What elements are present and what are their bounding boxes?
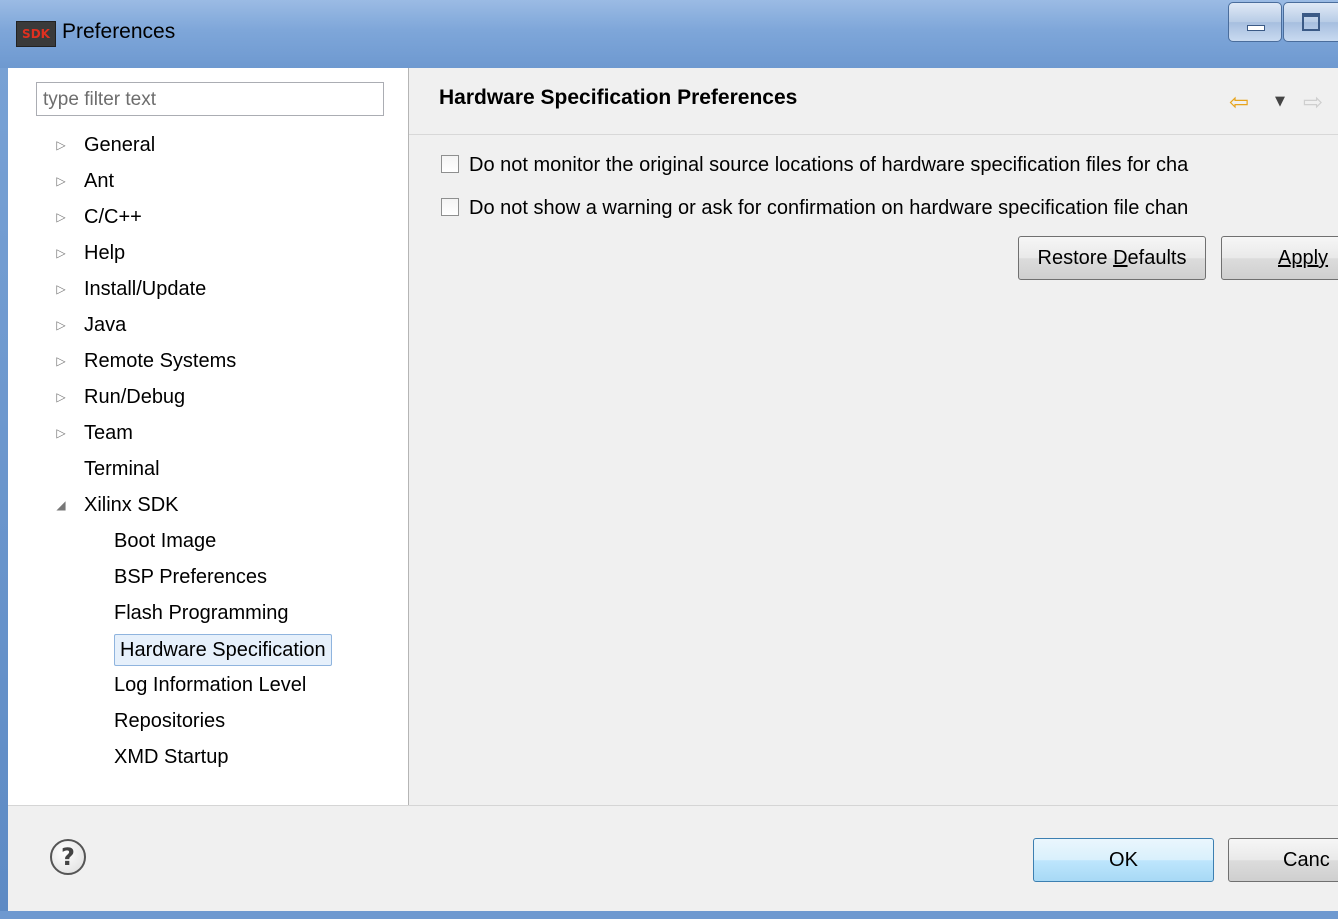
help-icon[interactable]: ? xyxy=(50,839,86,875)
tree-item-label: Java xyxy=(84,314,127,336)
title-bar[interactable]: SDK Preferences xyxy=(0,0,1338,68)
tree-item-label: Run/Debug xyxy=(84,386,186,408)
no-monitor-checkbox[interactable] xyxy=(441,155,459,173)
back-arrow-icon[interactable]: ⇦ xyxy=(1229,88,1249,116)
tree-item[interactable]: Flash Programming xyxy=(8,596,408,630)
tree-item-label: Log Information Level xyxy=(114,674,307,696)
history-dropdown-icon[interactable]: ▼ xyxy=(1275,94,1285,109)
restore-defaults-button[interactable]: Restore Defaults xyxy=(1018,236,1206,280)
preference-page: Hardware Specification Preferences ⇦ ▼ ⇨… xyxy=(409,68,1338,805)
no-monitor-label: Do not monitor the original source locat… xyxy=(469,154,1189,176)
tree-item[interactable]: BSP Preferences xyxy=(8,560,408,594)
apply-button[interactable]: Apply xyxy=(1221,236,1338,280)
tree-item[interactable]: ▷ Remote Systems xyxy=(8,344,408,378)
tree-item[interactable]: Repositories xyxy=(8,704,408,738)
tree-item-label: Flash Programming xyxy=(114,602,289,624)
restore-mnemonic: D xyxy=(1113,247,1128,269)
tree-item-label: General xyxy=(84,134,156,156)
tree-item[interactable]: ▷ General xyxy=(8,128,408,162)
tree-item-label: Team xyxy=(84,422,133,444)
tree-item-label: XMD Startup xyxy=(114,746,229,768)
tree-item[interactable]: XMD Startup xyxy=(8,740,408,774)
tree-item[interactable]: ◢ Xilinx SDK xyxy=(8,488,408,522)
tree-item-label: Terminal xyxy=(84,458,160,480)
collapsed-arrow-icon[interactable]: ▷ xyxy=(54,236,68,270)
tree-item-label: Repositories xyxy=(114,710,226,732)
apply-label: Apply xyxy=(1278,247,1329,269)
tree-item-label: Boot Image xyxy=(114,530,217,552)
tree-item[interactable]: ▷ Run/Debug xyxy=(8,380,408,414)
tree-item-label: Remote Systems xyxy=(84,350,237,372)
app-icon-text: SDK xyxy=(22,27,50,41)
collapsed-arrow-icon[interactable]: ▷ xyxy=(54,272,68,306)
tree-item-label: Ant xyxy=(84,170,115,192)
tree-item-label: BSP Preferences xyxy=(114,566,268,588)
tree-item-label: Install/Update xyxy=(84,278,207,300)
window-title: Preferences xyxy=(62,20,176,43)
tree-item[interactable]: ▷ Help xyxy=(8,236,408,270)
tree-item[interactable]: Terminal xyxy=(8,452,408,486)
filter-input[interactable]: type filter text xyxy=(36,82,384,116)
collapsed-arrow-icon[interactable]: ▷ xyxy=(54,200,68,234)
no-warning-checkbox[interactable] xyxy=(441,198,459,216)
collapsed-arrow-icon[interactable]: ▷ xyxy=(54,128,68,162)
tree-item[interactable]: ▷ Team xyxy=(8,416,408,450)
expanded-arrow-icon[interactable]: ◢ xyxy=(54,488,68,522)
window-frame-bottom xyxy=(0,911,1338,919)
collapsed-arrow-icon[interactable]: ▷ xyxy=(54,344,68,378)
preferences-window: SDK Preferences type filter text ▷ Genera… xyxy=(0,0,1338,919)
minimize-button[interactable] xyxy=(1228,2,1282,42)
tree-item[interactable]: ▷ Java xyxy=(8,308,408,342)
dialog-button-bar: ? OK Canc xyxy=(8,805,1338,912)
dialog-client: type filter text ▷ General ▷ Ant ▷ C/C++ ▷ Help… xyxy=(8,68,1338,912)
tree-item-label: Xilinx SDK xyxy=(84,494,179,516)
cancel-button[interactable]: Canc xyxy=(1228,838,1338,882)
page-title: Hardware Specification Preferences xyxy=(439,86,798,109)
tree-item-label: Hardware Specification xyxy=(114,634,332,666)
tree-item[interactable]: Hardware Specification xyxy=(8,632,408,666)
page-header: Hardware Specification Preferences ⇦ ▼ ⇨ xyxy=(409,68,1338,135)
tree-item[interactable]: Boot Image xyxy=(8,524,408,558)
no-warning-label: Do not show a warning or ask for confirm… xyxy=(469,197,1189,219)
tree-item[interactable]: Log Information Level xyxy=(8,668,408,702)
collapsed-arrow-icon[interactable]: ▷ xyxy=(54,416,68,450)
ok-button[interactable]: OK xyxy=(1033,838,1214,882)
tree-item[interactable]: ▷ Install/Update xyxy=(8,272,408,306)
restore-label-end: efaults xyxy=(1127,247,1187,269)
tree-item[interactable]: ▷ Ant xyxy=(8,164,408,198)
collapsed-arrow-icon[interactable]: ▷ xyxy=(54,164,68,198)
preference-tree-pane: type filter text ▷ General ▷ Ant ▷ C/C++ ▷ Help… xyxy=(8,68,409,805)
tree-item-label: Help xyxy=(84,242,126,264)
restore-label-start: Restore xyxy=(1037,247,1114,269)
tree-item-label: C/C++ xyxy=(84,206,142,228)
sdk-app-icon: SDK xyxy=(16,21,56,47)
forward-arrow-icon[interactable]: ⇨ xyxy=(1303,88,1323,116)
maximize-button[interactable] xyxy=(1283,2,1338,42)
tree-item[interactable]: ▷ C/C++ xyxy=(8,200,408,234)
collapsed-arrow-icon[interactable]: ▷ xyxy=(54,308,68,342)
collapsed-arrow-icon[interactable]: ▷ xyxy=(54,380,68,414)
